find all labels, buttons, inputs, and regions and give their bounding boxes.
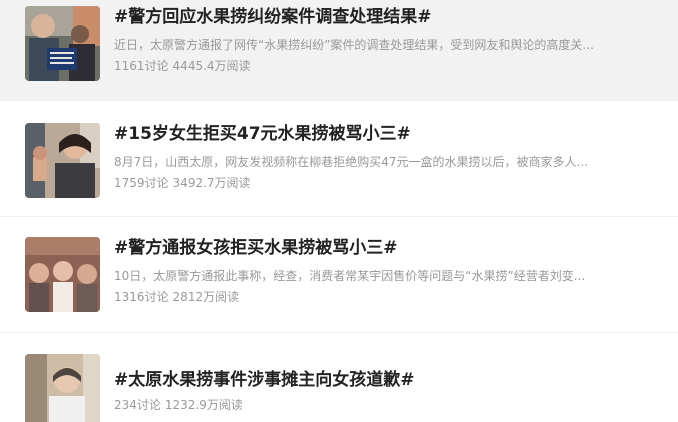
topic-description: 近日，太原警方通报了网传“水果捞纠纷”案件的调查处理结果，受到网友和舆论的高度关… (114, 38, 594, 52)
news-photo-icon (25, 354, 100, 422)
news-photo-icon (25, 6, 100, 81)
topic-thumbnail[interactable] (25, 354, 100, 422)
discussion-count: 1161讨论 (114, 59, 169, 73)
topic-description: 10日，太原警方通报此事称，经查，消费者常某宇因售价等问题与“水果捞”经营者刘变… (114, 269, 586, 283)
topic-thumbnail[interactable] (25, 123, 100, 198)
topic-item[interactable]: #15岁女生拒买47元水果捞被骂小三# 8月7日，山西太原，网友发视频称在柳巷拒… (0, 101, 678, 217)
topic-item[interactable]: #太原水果捞事件涉事摊主向女孩道歉# 234讨论 1232.9万阅读 (0, 333, 678, 422)
news-photo-icon (25, 123, 100, 198)
topic-description: 8月7日，山西太原，网友发视频称在柳巷拒绝购买47元一盒的水果捞以后，被商家多人… (114, 155, 588, 169)
read-count: 3492.7万阅读 (172, 176, 251, 190)
topic-title[interactable]: #太原水果捞事件涉事摊主向女孩道歉# (114, 369, 666, 391)
news-photo-icon (25, 237, 100, 312)
discussion-count: 234讨论 (114, 398, 161, 412)
topic-text: #15岁女生拒买47元水果捞被骂小三# 8月7日，山西太原，网友发视频称在柳巷拒… (114, 123, 666, 191)
topic-stats: 1759讨论 3492.7万阅读 (114, 175, 666, 191)
topic-text: #太原水果捞事件涉事摊主向女孩道歉# 234讨论 1232.9万阅读 (114, 369, 666, 413)
topic-text: #警方回应水果捞纠纷案件调查处理结果# 近日，太原警方通报了网传“水果捞纠纷”案… (114, 6, 666, 74)
topic-title[interactable]: #15岁女生拒买47元水果捞被骂小三# (114, 123, 666, 145)
read-count: 2812万阅读 (172, 290, 240, 304)
topic-stats: 1161讨论 4445.4万阅读 (114, 58, 666, 74)
topic-stats: 234讨论 1232.9万阅读 (114, 397, 666, 413)
read-count: 1232.9万阅读 (164, 398, 243, 412)
read-count: 4445.4万阅读 (172, 59, 251, 73)
topic-text: #警方通报女孩拒买水果捞被骂小三# 10日，太原警方通报此事称，经查，消费者常某… (114, 237, 666, 305)
topic-thumbnail[interactable] (25, 237, 100, 312)
topic-stats: 1316讨论 2812万阅读 (114, 289, 666, 305)
discussion-count: 1316讨论 (114, 290, 169, 304)
topic-title[interactable]: #警方回应水果捞纠纷案件调查处理结果# (114, 6, 666, 28)
topic-item[interactable]: #警方回应水果捞纠纷案件调查处理结果# 近日，太原警方通报了网传“水果捞纠纷”案… (0, 0, 678, 101)
topic-item[interactable]: #警方通报女孩拒买水果捞被骂小三# 10日，太原警方通报此事称，经查，消费者常某… (0, 217, 678, 333)
topic-title[interactable]: #警方通报女孩拒买水果捞被骂小三# (114, 237, 666, 259)
topic-thumbnail[interactable] (25, 6, 100, 81)
discussion-count: 1759讨论 (114, 176, 169, 190)
topic-list: #警方回应水果捞纠纷案件调查处理结果# 近日，太原警方通报了网传“水果捞纠纷”案… (0, 0, 678, 422)
